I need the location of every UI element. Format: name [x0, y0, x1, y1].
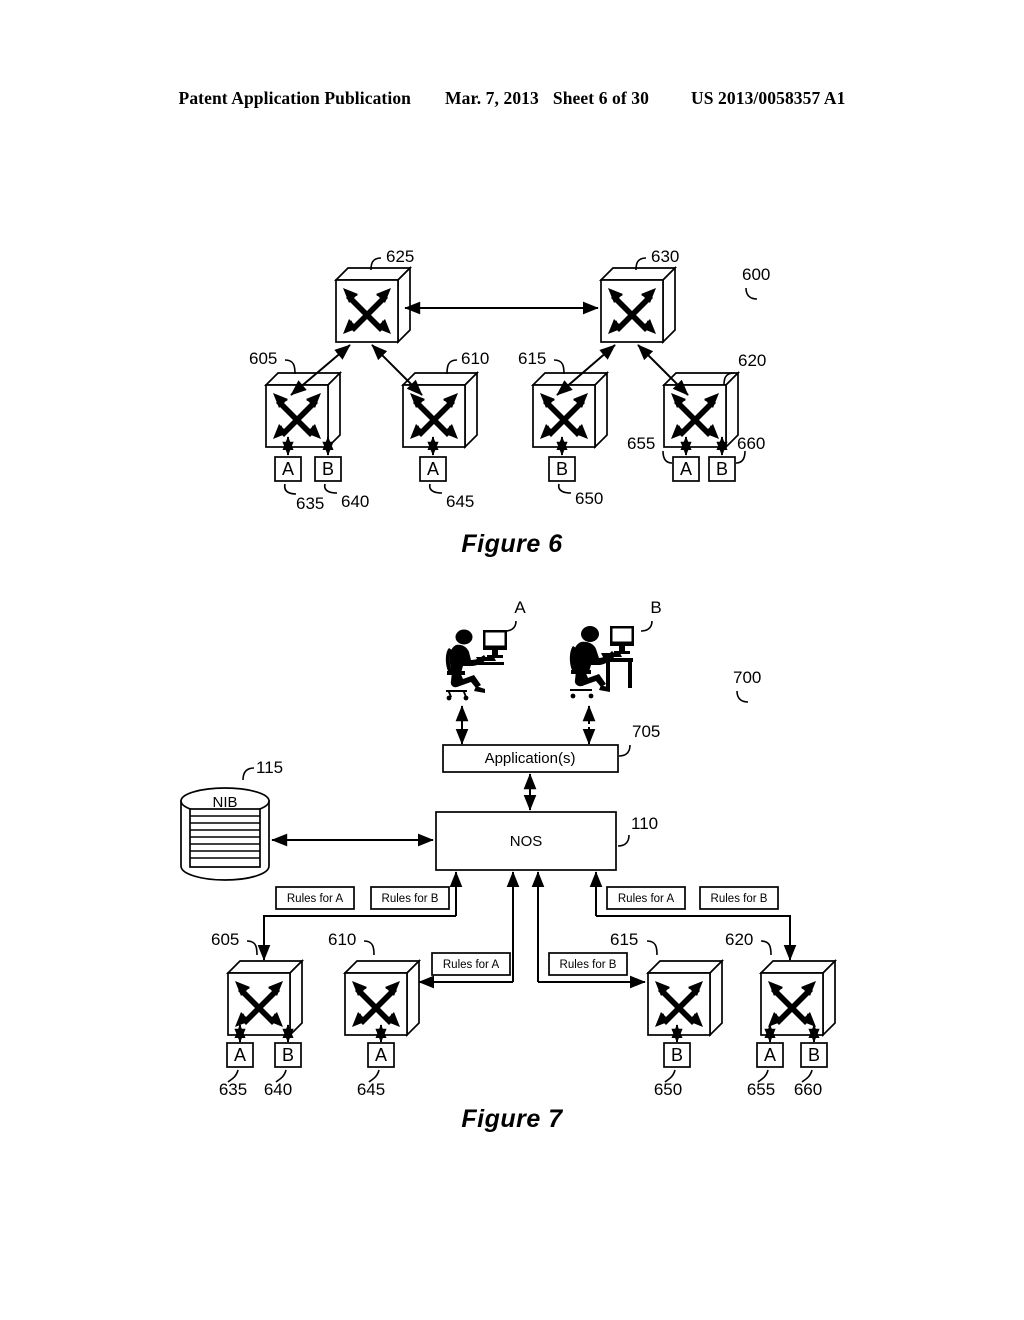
fig7-rules-box-4-label: Rules for B	[560, 959, 617, 971]
fig7-user-b-label: B	[650, 598, 661, 617]
fig7-switch-610[interactable]	[344, 960, 420, 1036]
fig7-route-rules-to-605	[257, 915, 456, 961]
fig7-endpoint-645-label: A	[375, 1045, 387, 1065]
fig6-endpoint-645-ref: 645	[446, 492, 474, 511]
fig7-switch-605[interactable]	[227, 960, 303, 1036]
fig6-endpoint-640-lead	[323, 483, 338, 494]
fig6-switch-625[interactable]	[335, 267, 411, 343]
fig7-switch-605-lead	[246, 940, 258, 956]
fig6-endpoint-640-label: B	[322, 459, 334, 479]
fig7-endpoint-650-label: B	[671, 1045, 683, 1065]
fig7-rules-box-5-label: Rules for A	[618, 893, 675, 905]
fig7-endpoint-640-label: B	[282, 1045, 294, 1065]
fig6-switch-605-lead	[284, 359, 296, 375]
fig7-switch-610-lead	[363, 940, 375, 956]
fig6-diagram-ref-lead	[745, 287, 758, 300]
fig7-application-box-label: Application(s)	[485, 750, 576, 767]
fig6-switch-620-ref: 620	[738, 351, 766, 370]
fig7-endpoint-655-label: A	[764, 1045, 776, 1065]
fig7-rules-box-6-label: Rules for B	[711, 893, 768, 905]
fig7-endpoint-655-ref: 655	[747, 1080, 775, 1099]
fig6-endpoint-655-lead	[662, 450, 673, 464]
fig6-switch-615-lead	[553, 359, 565, 375]
fig6-endpoint-635-lead	[283, 483, 297, 495]
fig7-nos-box-ref: 110	[631, 814, 658, 833]
fig7-application-box-lead	[618, 744, 631, 757]
fig7-switch-620[interactable]	[760, 960, 836, 1036]
fig7-user-a-lead	[504, 620, 517, 632]
fig7-nos-box-lead	[617, 834, 630, 847]
fig6-endpoint-650-lead	[557, 483, 572, 494]
fig7-switch-615[interactable]	[647, 960, 723, 1036]
fig7-endpoint-635-label: A	[234, 1045, 246, 1065]
fig7-switch-605-ref: 605	[211, 930, 239, 949]
fig6-endpoint-635-ref: 635	[296, 494, 324, 513]
fig6-link-625-610	[371, 344, 423, 396]
fig7-switch-620-lead	[760, 940, 772, 956]
fig6-switch-605-ref: 605	[249, 349, 277, 368]
fig6-endpoint-650-label: B	[556, 459, 568, 479]
fig7-rules-box-2-label: Rules for B	[382, 893, 439, 905]
fig6-endpoint-645-label: A	[427, 459, 439, 479]
fig7-rules-box-1-label: Rules for A	[287, 893, 344, 905]
fig7-nib-store-lead	[242, 767, 255, 781]
fig6-link-630-620	[637, 344, 689, 396]
figure6-group: 600 625 630 605 610 615 620 A 635 B 640 …	[249, 247, 770, 513]
fig7-diagram-ref: 700	[733, 668, 761, 687]
fig6-endpoint-660-label: B	[716, 459, 728, 479]
fig6-endpoint-640-ref: 640	[341, 492, 369, 511]
fig6-endpoint-655-label: A	[680, 459, 692, 479]
fig6-endpoint-645-lead	[428, 483, 443, 494]
fig7-nos-box-label: NOS	[510, 833, 543, 850]
fig7-endpoint-645-ref: 645	[357, 1080, 385, 1099]
fig7-endpoint-660-ref: 660	[794, 1080, 822, 1099]
fig7-endpoint-660-label: B	[808, 1045, 820, 1065]
fig6-diagram-ref: 600	[742, 265, 770, 284]
fig7-switch-620-ref: 620	[725, 930, 753, 949]
fig7-user-a-label: A	[514, 598, 526, 617]
fig6-switch-620[interactable]	[663, 372, 739, 448]
fig7-endpoint-640-ref: 640	[264, 1080, 292, 1099]
fig7-endpoint-650-ref: 650	[654, 1080, 682, 1099]
fig6-switch-610-ref: 610	[461, 349, 489, 368]
fig7-switch-610-ref: 610	[328, 930, 356, 949]
fig7-user-a-icon	[445, 629, 507, 701]
fig6-endpoint-635-label: A	[282, 459, 294, 479]
fig6-switch-610-lead	[446, 359, 458, 375]
figure7-group: 700 A B Application(s) 705 NOS 110 NIB 1…	[180, 598, 836, 1099]
fig7-endpoint-635-ref: 635	[219, 1080, 247, 1099]
fig6-endpoint-660-ref: 660	[737, 434, 765, 453]
patent-drawing-canvas: 600 625 630 605 610 615 620 A 635 B 640 …	[180, 247, 836, 1099]
fig6-switch-625-ref: 625	[386, 247, 414, 266]
fig7-user-b-icon	[569, 626, 634, 699]
fig6-switch-615-ref: 615	[518, 349, 546, 368]
fig7-nib-store-label: NIB	[212, 794, 237, 811]
patent-page: Patent Application Publication Mar. 7, 20…	[0, 0, 1024, 1320]
fig7-application-box-ref: 705	[632, 722, 660, 741]
fig6-switch-610[interactable]	[402, 372, 478, 448]
fig6-endpoint-650-ref: 650	[575, 489, 603, 508]
fig6-switch-630-ref: 630	[651, 247, 679, 266]
fig7-switch-615-ref: 615	[610, 930, 638, 949]
fig7-switch-615-lead	[646, 940, 658, 956]
fig7-rules-box-3-label: Rules for A	[443, 959, 500, 971]
fig7-diagram-ref-lead	[736, 690, 749, 703]
fig7-nib-store-ref: 115	[256, 758, 283, 777]
fig6-switch-630[interactable]	[600, 267, 676, 343]
fig7-user-b-lead	[640, 620, 653, 632]
fig6-endpoint-655-ref: 655	[627, 434, 655, 453]
